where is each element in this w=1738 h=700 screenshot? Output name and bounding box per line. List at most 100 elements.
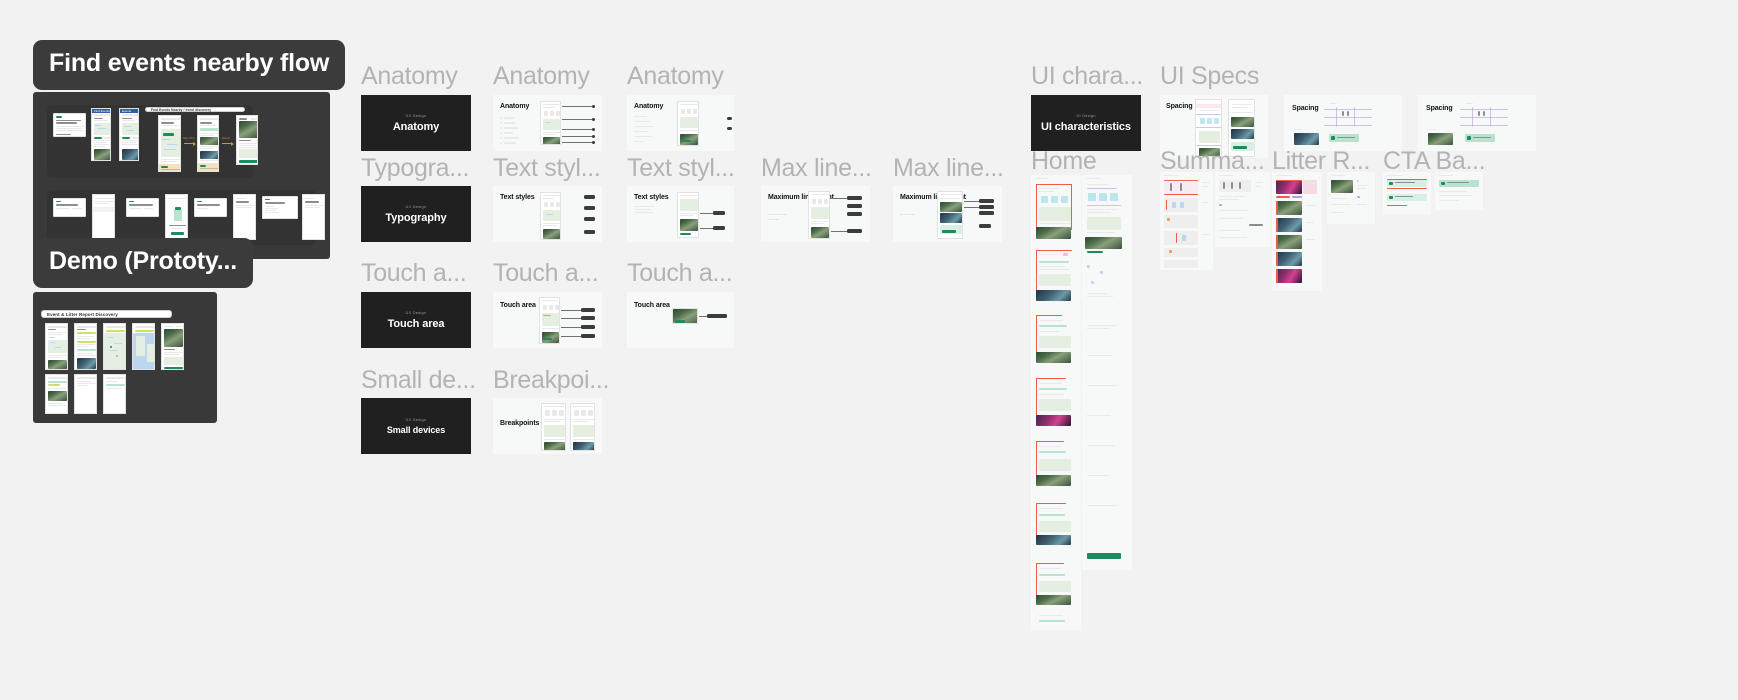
spec-column-cta-2[interactable] — [1435, 172, 1483, 210]
demo-board[interactable]: Event & Litter Report Discovery — [33, 292, 217, 423]
spec-card-text-styles-2[interactable]: Text styles — [627, 186, 734, 242]
spec-column-home-2[interactable] — [1082, 175, 1132, 570]
spec-card-max-line-1[interactable]: Maximum line-count — — — — — — — — — [761, 186, 870, 242]
flow-screen-8 — [233, 194, 256, 240]
demo-screen-8 — [103, 374, 126, 414]
frame-label-small-devices[interactable]: Small de... — [361, 368, 476, 393]
spec-card-anatomy-1[interactable]: Anatomy — [493, 95, 602, 151]
spec-card-title: Touch area — [634, 302, 670, 309]
demo-screen-3 — [103, 323, 126, 370]
flow-screen-2: Events — [119, 108, 139, 161]
spec-card-spacing-3[interactable]: Spacing — [1418, 95, 1536, 151]
spec-column-summary-2[interactable] — [1215, 172, 1270, 247]
flow-screen-3 — [158, 115, 181, 172]
spec-column-litter-2[interactable] — [1327, 172, 1375, 224]
flow-screen-7 — [165, 194, 188, 240]
spec-card-title: Text styles — [634, 194, 669, 201]
title-card-eyebrow: UI Design — [1076, 113, 1096, 118]
title-card-typography[interactable]: UX Design Typography — [361, 186, 471, 242]
title-card-eyebrow: UX Design — [405, 204, 427, 209]
spec-column-cta-1[interactable] — [1383, 172, 1431, 214]
frame-label-home[interactable]: Home — [1031, 149, 1097, 174]
flow-url-bar[interactable]: Find Events Nearby / event discovery — [145, 107, 245, 112]
frame-label-litter-report[interactable]: Litter R... — [1272, 149, 1370, 174]
frame-label-touch-b[interactable]: Touch a... — [493, 261, 599, 286]
flow-screen-4 — [197, 115, 219, 172]
flow-arrow-2 — [222, 141, 234, 146]
frame-label-ui-characteristics[interactable]: UI chara... — [1031, 64, 1143, 89]
frame-label-max-line-2[interactable]: Max line... — [893, 156, 1004, 181]
spec-card-title: Text styles — [500, 194, 535, 201]
title-card-eyebrow: UX Design — [405, 417, 427, 422]
frame-label-typography[interactable]: Typogra... — [361, 156, 469, 181]
spec-card-anatomy-2[interactable]: Anatomy — [627, 95, 734, 151]
flow-screen-9 — [302, 194, 325, 240]
flow-arrow-1 — [184, 141, 196, 146]
demo-screen-5 — [161, 323, 184, 370]
title-card-title: Touch area — [387, 318, 445, 330]
spec-card-sub: — — — — — [900, 212, 915, 216]
frame-label-anatomy-c[interactable]: Anatomy — [627, 64, 724, 89]
flow-note-card — [53, 113, 86, 137]
section-pill-demo[interactable]: Demo (Prototy... — [33, 238, 254, 288]
frame-label-cta-bar[interactable]: CTA Ba... — [1383, 149, 1486, 174]
spec-column-litter-1[interactable] — [1272, 172, 1322, 291]
spec-card-spacing-2[interactable]: Spacing — [1284, 95, 1402, 151]
flow-note-card-4 — [194, 198, 227, 217]
spec-card-title: Spacing — [1292, 105, 1319, 112]
spec-card-title: Anatomy — [500, 103, 530, 110]
frame-label-text-styles-c[interactable]: Text styl... — [627, 156, 735, 181]
demo-screen-7 — [74, 374, 97, 414]
frame-label-summary[interactable]: Summa... — [1160, 149, 1265, 174]
demo-header-bar[interactable]: Event & Litter Report Discovery — [41, 310, 172, 318]
frame-label-touch-a[interactable]: Touch a... — [361, 261, 467, 286]
spec-card-title: Spacing — [1166, 103, 1193, 110]
spec-card-title: Touch area — [500, 302, 536, 309]
spec-card-max-line-2[interactable]: Maximum line-count — — — — — [893, 186, 1002, 242]
frame-label-breakpoints[interactable]: Breakpoi... — [493, 368, 610, 393]
flow-row-bottom — [47, 190, 325, 245]
frame-label-text-styles-b[interactable]: Text styl... — [493, 156, 601, 181]
title-card-touch-area[interactable]: UX Design Touch area — [361, 292, 471, 348]
title-card-title: UI characteristics — [1041, 121, 1131, 133]
title-card-small-devices[interactable]: UX Design Small devices — [361, 398, 471, 454]
spec-column-home-1[interactable] — [1031, 175, 1081, 630]
spec-card-sub: — — — — — — — — — [768, 212, 787, 221]
flow-note-card-3 — [126, 198, 159, 217]
figma-canvas[interactable]: Find events nearby flow Find Events Even… — [0, 0, 1738, 700]
flow-screen-1: Find Events — [91, 108, 111, 161]
spec-card-title: Breakpoints — [500, 420, 540, 427]
demo-screen-1 — [45, 323, 68, 370]
spec-column-summary-1[interactable] — [1160, 172, 1213, 270]
flow-note-card-2 — [53, 198, 86, 217]
flow-row-top: Find Events Events Find Events Nearby / … — [47, 105, 258, 178]
title-card-anatomy[interactable]: UX Design Anatomy — [361, 95, 471, 151]
section-pill-find-events[interactable]: Find events nearby flow — [33, 40, 346, 90]
spec-card-breakpoints[interactable]: Breakpoints — [493, 398, 602, 454]
spec-card-touch-area-2[interactable]: Touch area — [627, 292, 734, 348]
flow-screen-6 — [92, 194, 115, 240]
flow-board-find-events[interactable]: Find Events Events Find Events Nearby / … — [33, 92, 330, 259]
title-card-eyebrow: UX Design — [405, 310, 427, 315]
title-card-title: Anatomy — [392, 121, 440, 133]
spec-card-title: Spacing — [1426, 105, 1453, 112]
frame-label-anatomy-b[interactable]: Anatomy — [493, 64, 590, 89]
spec-card-text-styles-1[interactable]: Text styles — [493, 186, 602, 242]
frame-label-max-line-1[interactable]: Max line... — [761, 156, 872, 181]
title-card-ui-characteristics[interactable]: UI Design UI characteristics — [1031, 95, 1141, 151]
flow-arrow-label-1: Tap CTA — [183, 136, 195, 140]
title-card-title: Typography — [385, 212, 447, 224]
frame-label-ui-specs[interactable]: UI Specs — [1160, 64, 1259, 89]
spec-card-title: Anatomy — [634, 103, 664, 110]
demo-screen-4 — [132, 323, 155, 370]
demo-screen-6 — [45, 374, 68, 414]
frame-label-anatomy-a[interactable]: Anatomy — [361, 64, 458, 89]
flow-arrow-label-2: Scroll — [222, 136, 230, 140]
flow-note-card-5 — [262, 196, 298, 219]
flow-screen-5 — [236, 115, 258, 165]
spec-card-touch-area-1[interactable]: Touch area — [493, 292, 602, 348]
title-card-eyebrow: UX Design — [405, 113, 427, 118]
title-card-title: Small devices — [386, 425, 446, 435]
demo-screen-2 — [74, 323, 97, 370]
frame-label-touch-c[interactable]: Touch a... — [627, 261, 733, 286]
